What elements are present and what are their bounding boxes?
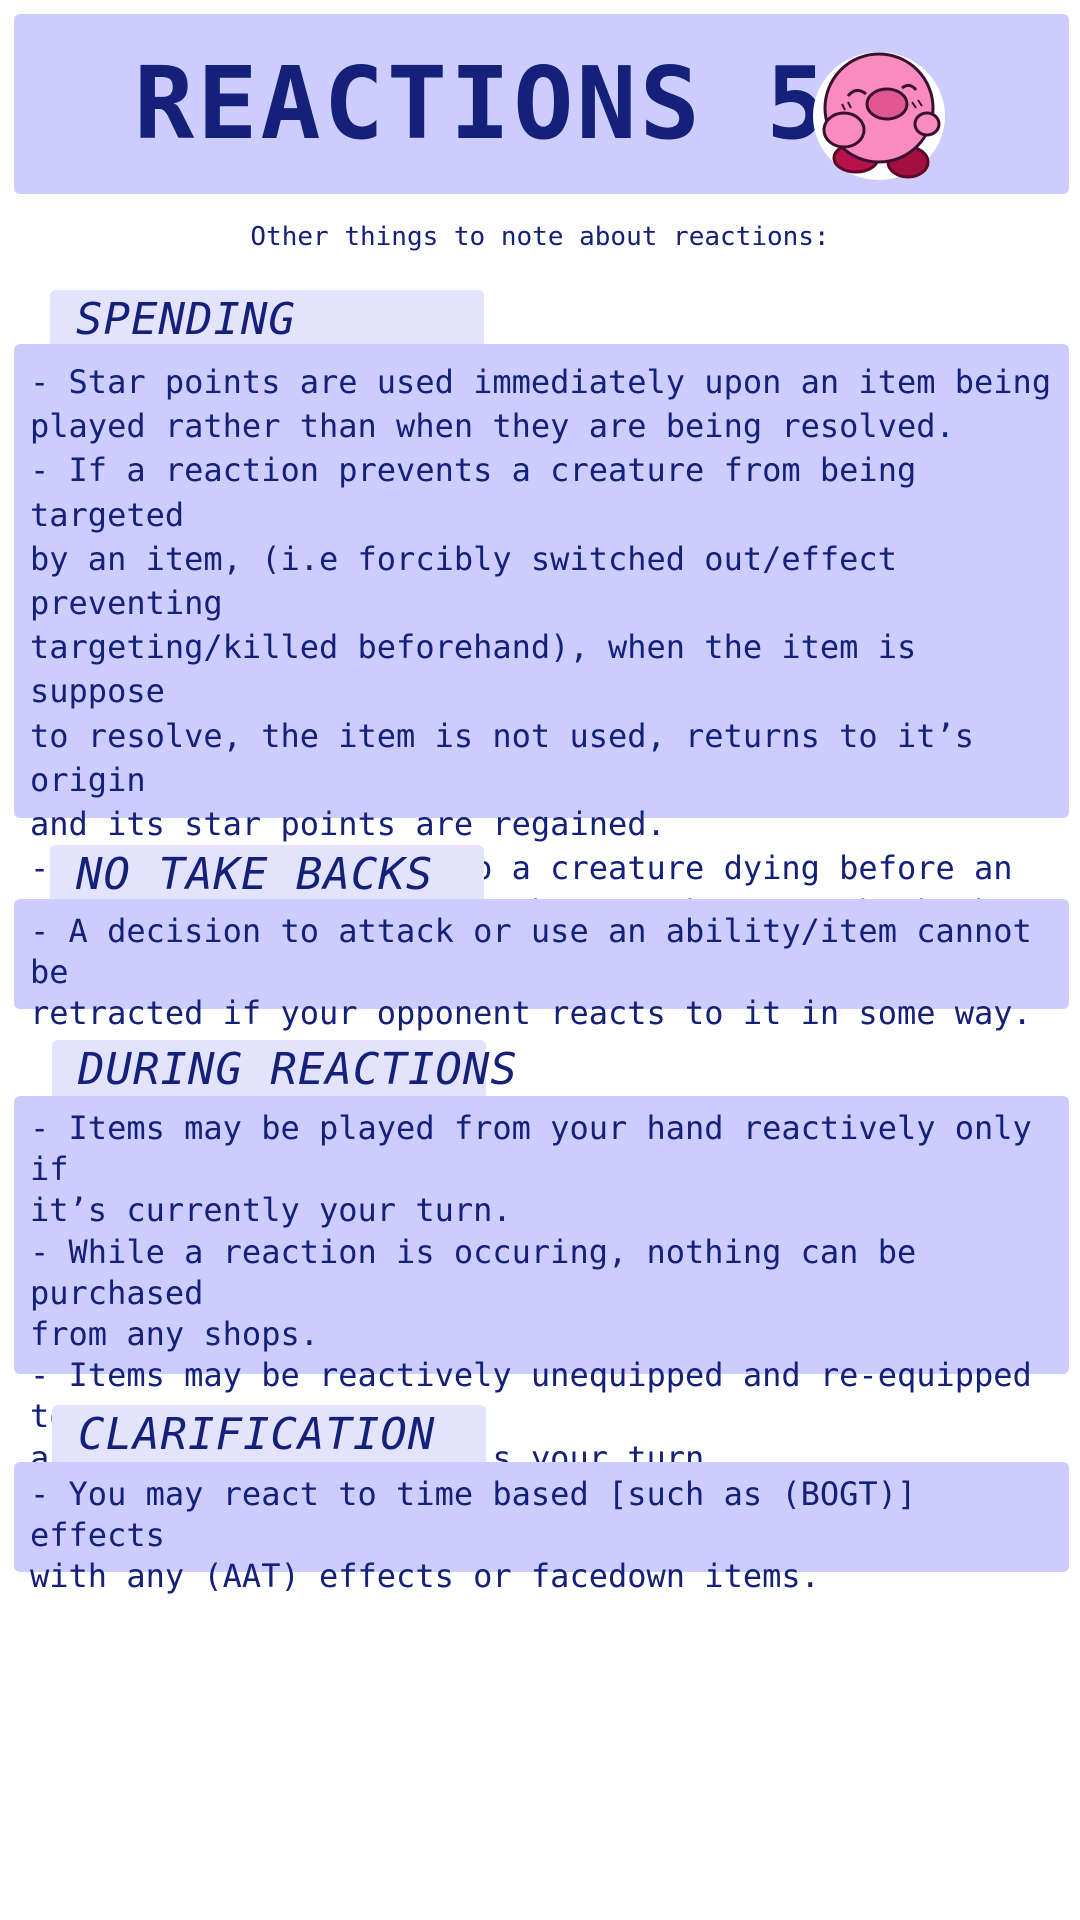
section-tab-no-take-backs: NO TAKE BACKS xyxy=(50,845,484,903)
section-heading: CLARIFICATION xyxy=(78,1409,436,1460)
section-body-spending: - Star points are used immediately upon … xyxy=(14,344,1069,976)
section-heading: DURING REACTIONS xyxy=(78,1044,518,1095)
section-tab-spending: SPENDING xyxy=(50,290,484,348)
title-banner: REACTIONS 5 xyxy=(14,14,1069,194)
section-text: - You may react to time based [such as (… xyxy=(30,1475,917,1595)
section-heading: NO TAKE BACKS xyxy=(76,849,434,900)
pink-puffball-mascot-icon xyxy=(813,52,945,180)
page-title: REACTIONS 5 xyxy=(134,45,830,162)
intro-text: Other things to note about reactions: xyxy=(250,222,830,252)
section-tab-clarification: CLARIFICATION xyxy=(52,1405,486,1463)
section-heading: SPENDING xyxy=(76,294,296,345)
section-body-clarification: - You may react to time based [such as (… xyxy=(14,1462,1069,1595)
section-text: - A decision to attack or use an ability… xyxy=(30,912,1032,1032)
section-body-no-take-backs: - A decision to attack or use an ability… xyxy=(14,899,1069,1032)
section-tab-during-reactions: DURING REACTIONS xyxy=(52,1040,517,1098)
section-body-during-reactions: - Items may be played from your hand rea… xyxy=(14,1096,1069,1477)
